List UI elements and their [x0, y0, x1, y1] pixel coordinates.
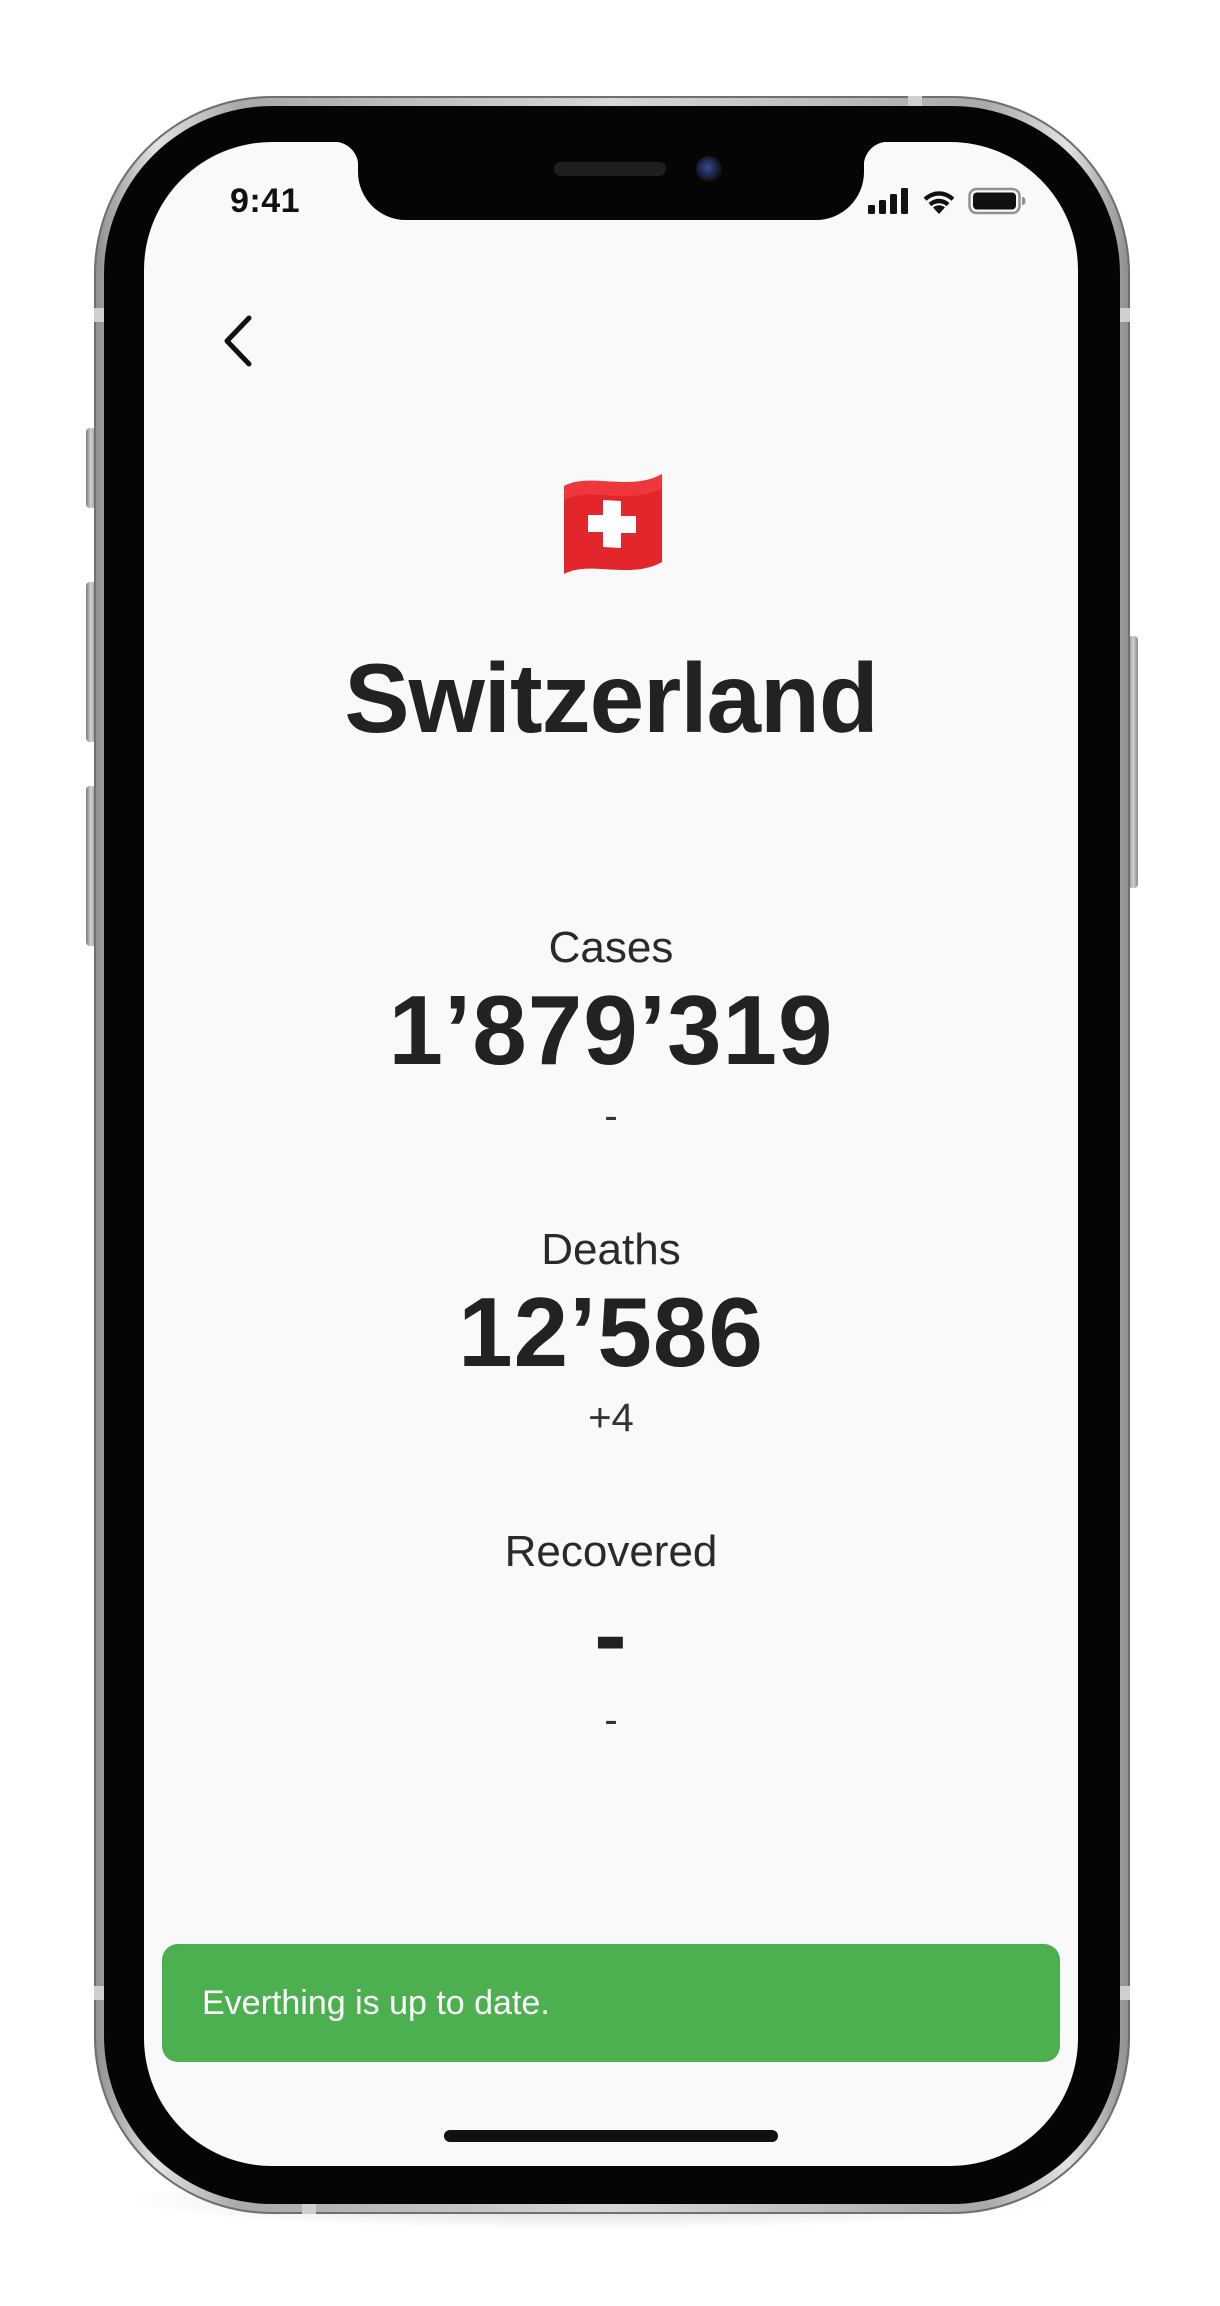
earpiece-speaker [554, 162, 666, 176]
toast-message: Everthing is up to date. [202, 1983, 550, 2022]
stat-value: - [594, 1579, 628, 1689]
antenna-band [94, 308, 104, 322]
stat-label: Deaths [541, 1225, 681, 1274]
wifi-icon [923, 191, 955, 214]
stat-deaths: Deaths 12’586 +4 [144, 1224, 1078, 1446]
notch [334, 142, 888, 220]
stat-cases: Cases 1’879’319 - [144, 922, 1078, 1144]
stat-label: Cases [548, 923, 674, 972]
back-button[interactable] [204, 306, 274, 376]
chevron-left-icon [224, 315, 252, 367]
stat-value: 1’879’319 [388, 975, 834, 1085]
status-toast: Everthing is up to date. [162, 1944, 1060, 2062]
device-mockup: 9:41 Switzerland Cases 1’879’319 - Death… [0, 0, 1220, 2306]
stat-delta: - [604, 1698, 618, 1742]
stat-delta: +4 [588, 1396, 634, 1440]
app-screen: 9:41 Switzerland Cases 1’879’319 - Death… [144, 142, 1078, 2166]
status-time: 9:41 [230, 182, 301, 220]
antenna-band [1120, 1986, 1130, 2000]
antenna-band [1120, 308, 1130, 322]
stat-value: 12’586 [458, 1277, 764, 1387]
swiss-flag-icon [564, 474, 662, 574]
front-camera [696, 156, 722, 182]
country-name: Switzerland [344, 643, 879, 753]
stat-recovered: Recovered - - [144, 1526, 1078, 1748]
antenna-band [908, 96, 922, 106]
cellular-signal-icon [868, 188, 908, 214]
antenna-band [94, 1986, 104, 2000]
home-indicator[interactable] [444, 2130, 778, 2142]
antenna-band [302, 2204, 316, 2214]
stat-delta: - [604, 1094, 618, 1138]
status-icons [868, 186, 1026, 216]
stat-label: Recovered [504, 1527, 718, 1576]
battery-icon [968, 187, 1026, 215]
